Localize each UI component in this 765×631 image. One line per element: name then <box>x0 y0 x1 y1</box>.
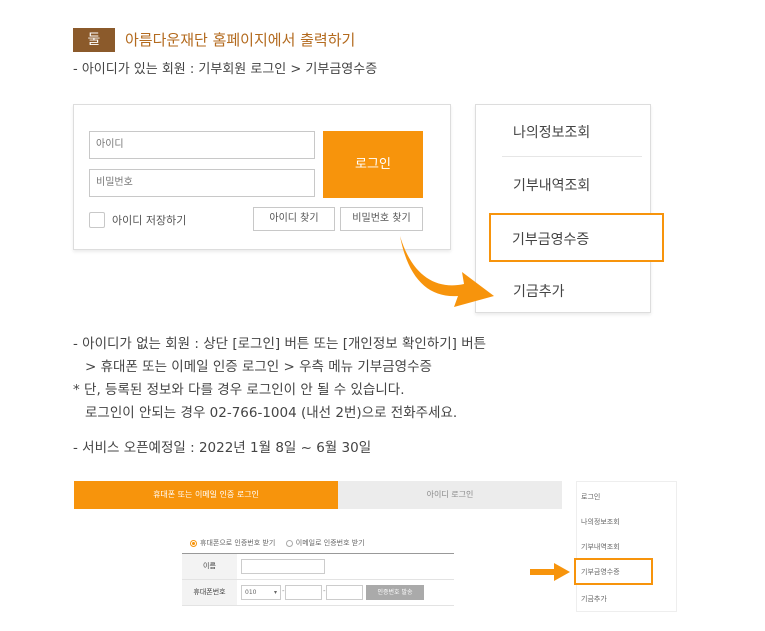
login-button[interactable]: 로그인 <box>323 131 423 198</box>
mini-side-item-receipt: 기부금영수증 <box>581 568 620 576</box>
phone-middle-input[interactable] <box>285 585 322 600</box>
chevron-down-icon: ▾ <box>273 589 277 596</box>
note-warning: * 단, 등록된 정보와 다를 경우 로그인이 안 될 수 있습니다. <box>73 382 405 398</box>
verify-form: 이름 휴대폰번호 010 ▾ - - 인증번호 발송 <box>182 553 454 606</box>
side-item-add-fund[interactable]: 기금추가 <box>513 281 565 301</box>
tab-mobile-login[interactable]: 휴대폰 또는 이메일 인증 로그인 <box>74 481 338 509</box>
find-id-button[interactable]: 아이디 찾기 <box>253 207 335 231</box>
note-no-id: - 아이디가 없는 회원 : 상단 [로그인] 버튼 또는 [개인정보 확인하기… <box>73 336 487 352</box>
radio-phone[interactable] <box>190 539 197 547</box>
step-title: 아름다운재단 홈페이지에서 출력하기 <box>125 31 356 49</box>
form-row-name: 이름 <box>182 554 454 580</box>
note-path: > 휴대폰 또는 이메일 인증 로그인 > 우측 메뉴 기부금영수증 <box>85 359 432 375</box>
phone-last-input[interactable] <box>326 585 363 600</box>
note-open-date: - 서비스 오픈예정일 : 2022년 1월 8일 ~ 6월 30일 <box>73 440 372 456</box>
radio-phone-label: 휴대폰으로 인증번호 받기 <box>200 539 276 547</box>
mini-side-item-donation-history[interactable]: 기부내역조회 <box>581 542 620 552</box>
radio-email-label: 이메일로 인증번호 받기 <box>295 539 365 547</box>
password-input[interactable]: 비밀번호 <box>89 169 315 197</box>
mini-side-item-add-fund[interactable]: 기금추가 <box>581 594 607 604</box>
name-input[interactable] <box>241 559 325 574</box>
name-label: 이름 <box>182 554 237 579</box>
send-code-button[interactable]: 인증번호 발송 <box>366 585 424 600</box>
arrow-right-icon <box>530 563 570 581</box>
mini-side-menu: 로그인 나의정보조회 기부내역조회 기금추가 <box>576 481 677 612</box>
side-item-receipt-highlight[interactable]: 기부금영수증 <box>489 213 664 262</box>
form-row-phone: 휴대폰번호 010 ▾ - - 인증번호 발송 <box>182 580 454 606</box>
side-divider <box>502 156 642 157</box>
mini-side-item-receipt-highlight[interactable]: 기부금영수증 <box>574 558 653 585</box>
save-id-checkbox[interactable] <box>89 212 105 228</box>
phone-prefix-value: 010 <box>245 589 257 596</box>
note-contact: 로그인이 안되는 경우 02-766-1004 (내선 2번)으로 전화주세요. <box>85 405 458 421</box>
tab-id-login[interactable]: 아이디 로그인 <box>338 481 562 509</box>
verify-method-radios: 휴대폰으로 인증번호 받기 이메일로 인증번호 받기 <box>190 538 365 548</box>
phone-prefix-select[interactable]: 010 ▾ <box>241 585 281 600</box>
step-badge: 둘 <box>73 28 115 52</box>
side-menu: 나의정보조회 기부내역조회 기금추가 <box>475 104 651 313</box>
login-tab-bar: 휴대폰 또는 이메일 인증 로그인 아이디 로그인 <box>74 481 562 509</box>
mini-side-item-my-info[interactable]: 나의정보조회 <box>581 517 620 527</box>
save-id-label: 아이디 저장하기 <box>112 214 187 227</box>
radio-email[interactable] <box>285 539 293 547</box>
phone-label: 휴대폰번호 <box>182 580 237 605</box>
id-input[interactable]: 아이디 <box>89 131 315 159</box>
find-password-button[interactable]: 비밀번호 찾기 <box>340 207 423 231</box>
side-item-donation-history[interactable]: 기부내역조회 <box>513 175 590 195</box>
side-item-receipt: 기부금영수증 <box>512 232 590 248</box>
login-box: 아이디 비밀번호 로그인 아이디 저장하기 아이디 찾기 비밀번호 찾기 <box>73 104 451 250</box>
side-item-my-info[interactable]: 나의정보조회 <box>513 122 590 142</box>
step-subtitle: - 아이디가 있는 회원 : 기부회원 로그인 > 기부금영수증 <box>73 62 378 77</box>
mini-side-item-login[interactable]: 로그인 <box>581 492 600 502</box>
curved-arrow-icon <box>400 236 494 307</box>
